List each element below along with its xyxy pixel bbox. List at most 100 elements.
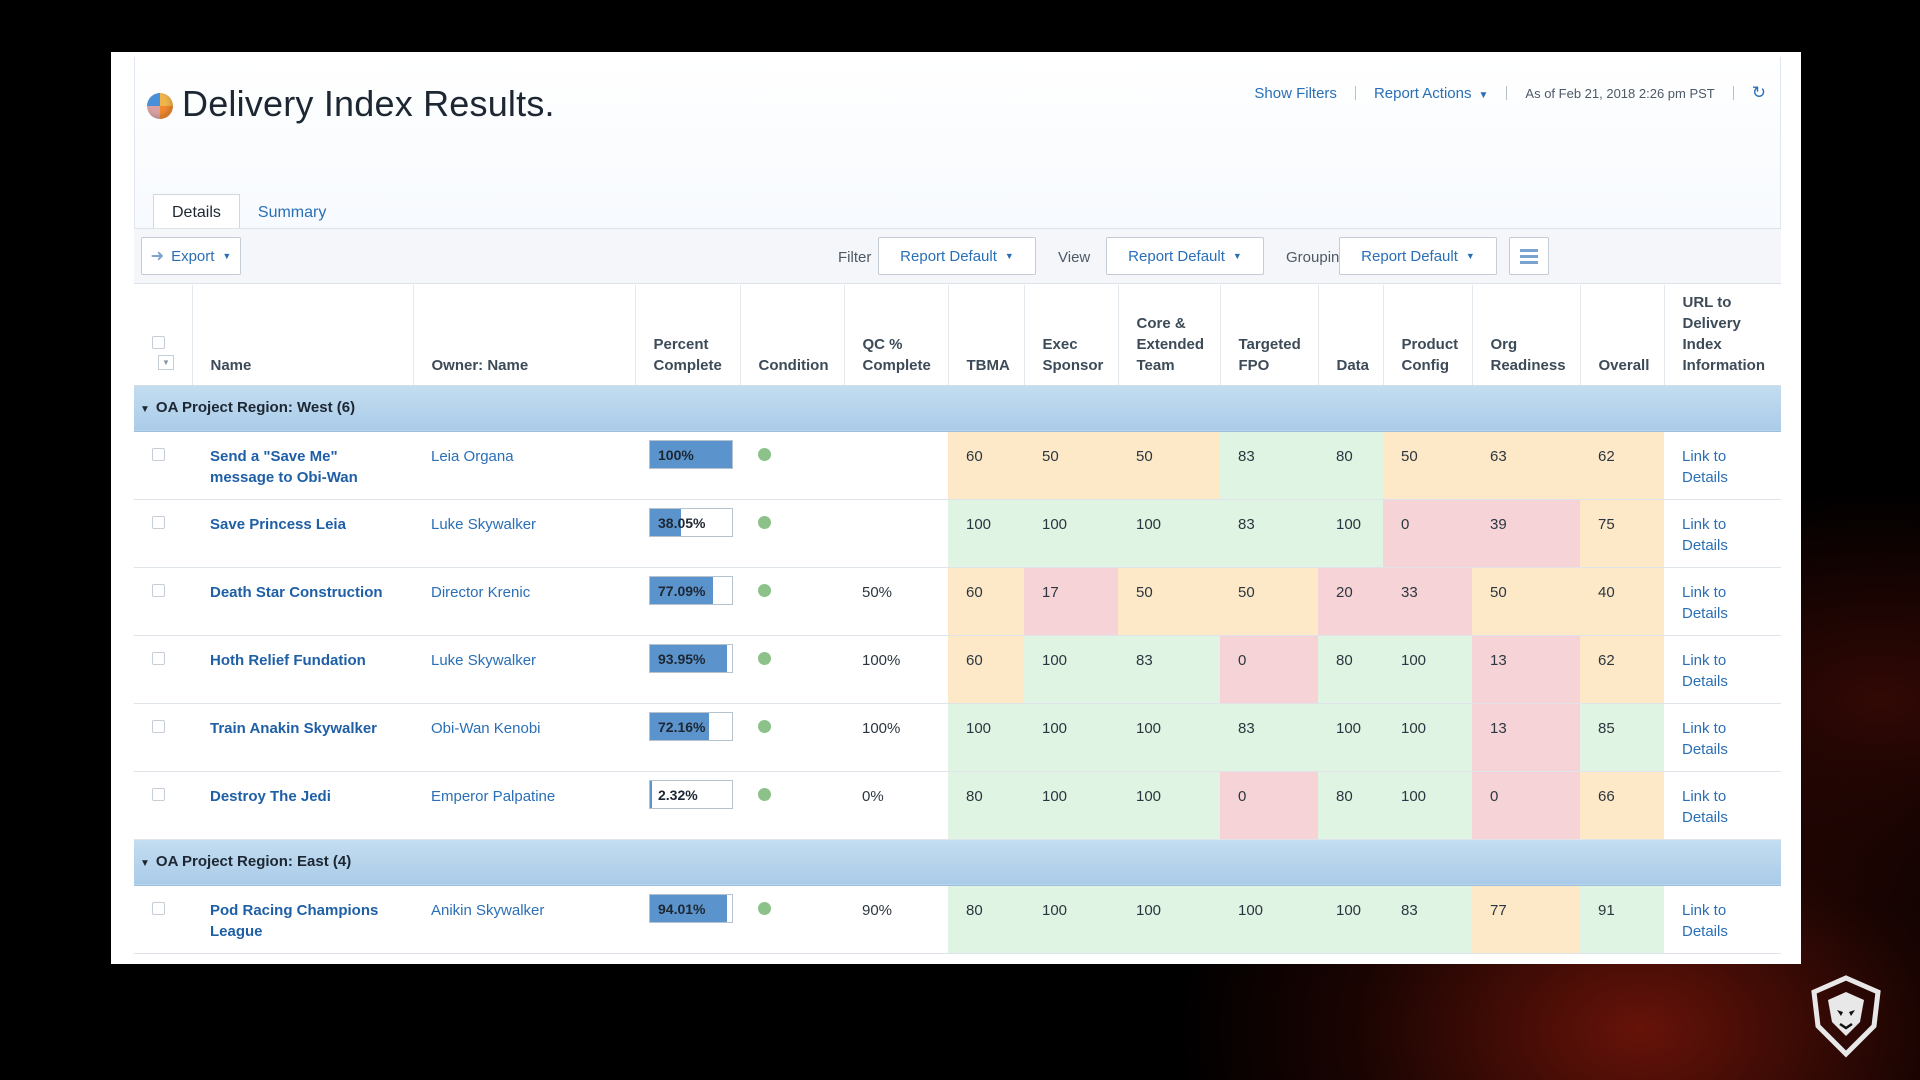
column-header[interactable]: Product Config: [1382, 285, 1472, 386]
details-link[interactable]: Link to Details: [1682, 584, 1728, 622]
column-header[interactable]: Core & Extended Team: [1117, 285, 1220, 386]
filter-value: Report Default: [900, 247, 997, 265]
owner-cell: Leia Organa: [413, 431, 635, 500]
row-select-cell: [134, 703, 192, 772]
score-cell: 100: [1383, 635, 1472, 704]
row-checkbox[interactable]: [152, 515, 165, 529]
select-menu-chevron-icon[interactable]: ▼: [158, 354, 174, 370]
row-select-cell: [134, 431, 192, 500]
view-label: View: [1058, 248, 1091, 266]
group-row: ▼ OA Project Region: East (4): [134, 839, 1781, 886]
chevron-down-icon[interactable]: ▼: [140, 858, 150, 869]
table-row: Death Star Construction Director Krenic 77…: [134, 567, 1781, 636]
score-cell: 83: [1220, 703, 1318, 772]
project-name-link[interactable]: Destroy The Jedi: [210, 788, 331, 805]
column-header[interactable]: Targeted FPO: [1219, 285, 1318, 386]
score-cell: 0: [1220, 635, 1318, 704]
group-row: ▼ OA Project Region: West (6): [134, 385, 1781, 432]
row-checkbox[interactable]: [152, 787, 165, 801]
name-cell: Train Anakin Skywalker: [192, 703, 413, 772]
column-header[interactable]: Org Readiness: [1471, 285, 1580, 386]
owner-link[interactable]: Leia Organa: [431, 448, 514, 465]
details-link[interactable]: Link to Details: [1682, 720, 1728, 758]
project-name-link[interactable]: Pod Racing Champions League: [210, 902, 378, 940]
group-header-cell[interactable]: ▼ OA Project Region: West (6): [134, 385, 1781, 432]
score-cell: 80: [948, 771, 1024, 840]
progress-bar: 38.05%: [649, 507, 733, 537]
export-button[interactable]: ➜ Export ▼: [141, 237, 241, 275]
name-cell: Hoth Relief Fundation: [192, 635, 413, 704]
grouping-dropdown[interactable]: Report Default ▼: [1339, 237, 1497, 275]
qc-complete-cell: 100%: [844, 635, 948, 704]
percent-complete-cell: 72.16%: [635, 703, 740, 772]
tab-details[interactable]: Details: [153, 194, 240, 232]
table-row: Train Anakin Skywalker Obi-Wan Kenobi 72.1…: [134, 703, 1781, 772]
column-header[interactable]: QC % Complete: [843, 285, 948, 386]
name-cell: Save Princess Leia: [192, 499, 413, 568]
as-of-timestamp: As of Feb 21, 2018 2:26 pm PST: [1525, 85, 1715, 101]
project-name-link[interactable]: Death Star Construction: [210, 584, 383, 601]
project-name-link[interactable]: Train Anakin Skywalker: [210, 720, 377, 737]
column-header[interactable]: Percent Complete: [634, 285, 740, 386]
column-header[interactable]: URL to Delivery Index Information: [1663, 285, 1781, 386]
select-all-checkbox[interactable]: [152, 335, 165, 349]
score-cell: 60: [948, 431, 1024, 500]
row-checkbox[interactable]: [152, 583, 165, 597]
column-header[interactable]: Owner: Name: [412, 285, 635, 386]
progress-text: 93.95%: [658, 650, 706, 667]
details-link[interactable]: Link to Details: [1682, 516, 1728, 554]
project-name-link[interactable]: Hoth Relief Fundation: [210, 652, 366, 669]
owner-link[interactable]: Director Krenic: [431, 584, 530, 601]
progress-text: 77.09%: [658, 582, 706, 599]
column-header[interactable]: Overall: [1579, 285, 1664, 386]
owner-cell: Luke Skywalker: [413, 499, 635, 568]
score-cell: 13: [1472, 703, 1580, 772]
details-link[interactable]: Link to Details: [1682, 788, 1728, 826]
filter-dropdown[interactable]: Report Default ▼: [878, 237, 1036, 275]
score-cell: 100: [1118, 885, 1220, 954]
details-link[interactable]: Link to Details: [1682, 448, 1728, 486]
details-link[interactable]: Link to Details: [1682, 652, 1728, 690]
refresh-icon[interactable]: ↻: [1752, 83, 1766, 103]
owner-link[interactable]: Luke Skywalker: [431, 652, 536, 669]
report-actions-menu[interactable]: Report Actions ▼: [1374, 85, 1488, 102]
qc-complete-cell: [844, 431, 948, 500]
row-select-cell: [134, 499, 192, 568]
percent-complete-cell: 100%: [635, 431, 740, 500]
row-checkbox[interactable]: [152, 651, 165, 665]
score-cell: 100: [1220, 885, 1318, 954]
column-header[interactable]: Name: [191, 285, 413, 386]
owner-link[interactable]: Emperor Palpatine: [431, 788, 555, 805]
owner-link[interactable]: Obi-Wan Kenobi: [431, 720, 541, 737]
project-name-link[interactable]: Send a "Save Me" message to Obi-Wan: [210, 448, 358, 486]
score-cell: 83: [1220, 499, 1318, 568]
score-cell: 50: [1383, 431, 1472, 500]
progress-text: 38.05%: [658, 514, 706, 531]
row-checkbox[interactable]: [152, 901, 165, 915]
project-name-link[interactable]: Save Princess Leia: [210, 516, 346, 533]
score-cell: 77: [1472, 885, 1580, 954]
column-header[interactable]: Data: [1317, 285, 1383, 386]
view-dropdown[interactable]: Report Default ▼: [1106, 237, 1264, 275]
owner-link[interactable]: Anikin Skywalker: [431, 902, 544, 919]
progress-bar: 94.01%: [649, 893, 733, 923]
group-header-cell[interactable]: ▼ OA Project Region: East (4): [134, 839, 1781, 886]
tab-summary[interactable]: Summary: [240, 194, 344, 232]
column-header[interactable]: Exec Sponsor: [1023, 285, 1118, 386]
owner-cell: Director Krenic: [413, 567, 635, 636]
column-settings-button[interactable]: [1509, 237, 1549, 275]
column-header[interactable]: Condition: [739, 285, 844, 386]
score-cell: 100: [1383, 703, 1472, 772]
details-link[interactable]: Link to Details: [1682, 902, 1728, 940]
row-checkbox[interactable]: [152, 719, 165, 733]
name-cell: Death Star Construction: [192, 567, 413, 636]
column-header[interactable]: TBMA: [947, 285, 1024, 386]
owner-link[interactable]: Luke Skywalker: [431, 516, 536, 533]
row-checkbox[interactable]: [152, 447, 165, 461]
report-toolbar: ➜ Export ▼ Filter Report Default ▼ View …: [134, 228, 1781, 284]
condition-status-icon: [758, 901, 771, 915]
view-value: Report Default: [1128, 247, 1225, 265]
chevron-down-icon[interactable]: ▼: [140, 404, 150, 415]
condition-status-icon: [758, 583, 771, 597]
show-filters-link[interactable]: Show Filters: [1254, 85, 1337, 102]
